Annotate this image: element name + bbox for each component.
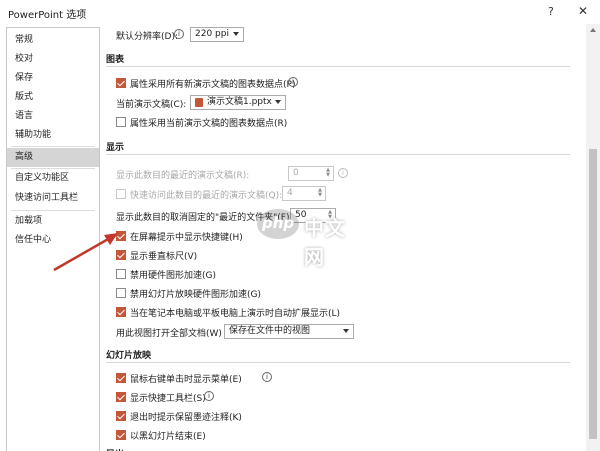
watermark-brand: php [262,214,295,232]
annotation-arrow-line [53,236,111,272]
watermark-text: 中文网 [304,216,346,269]
watermark: php 中文网 [256,204,366,269]
